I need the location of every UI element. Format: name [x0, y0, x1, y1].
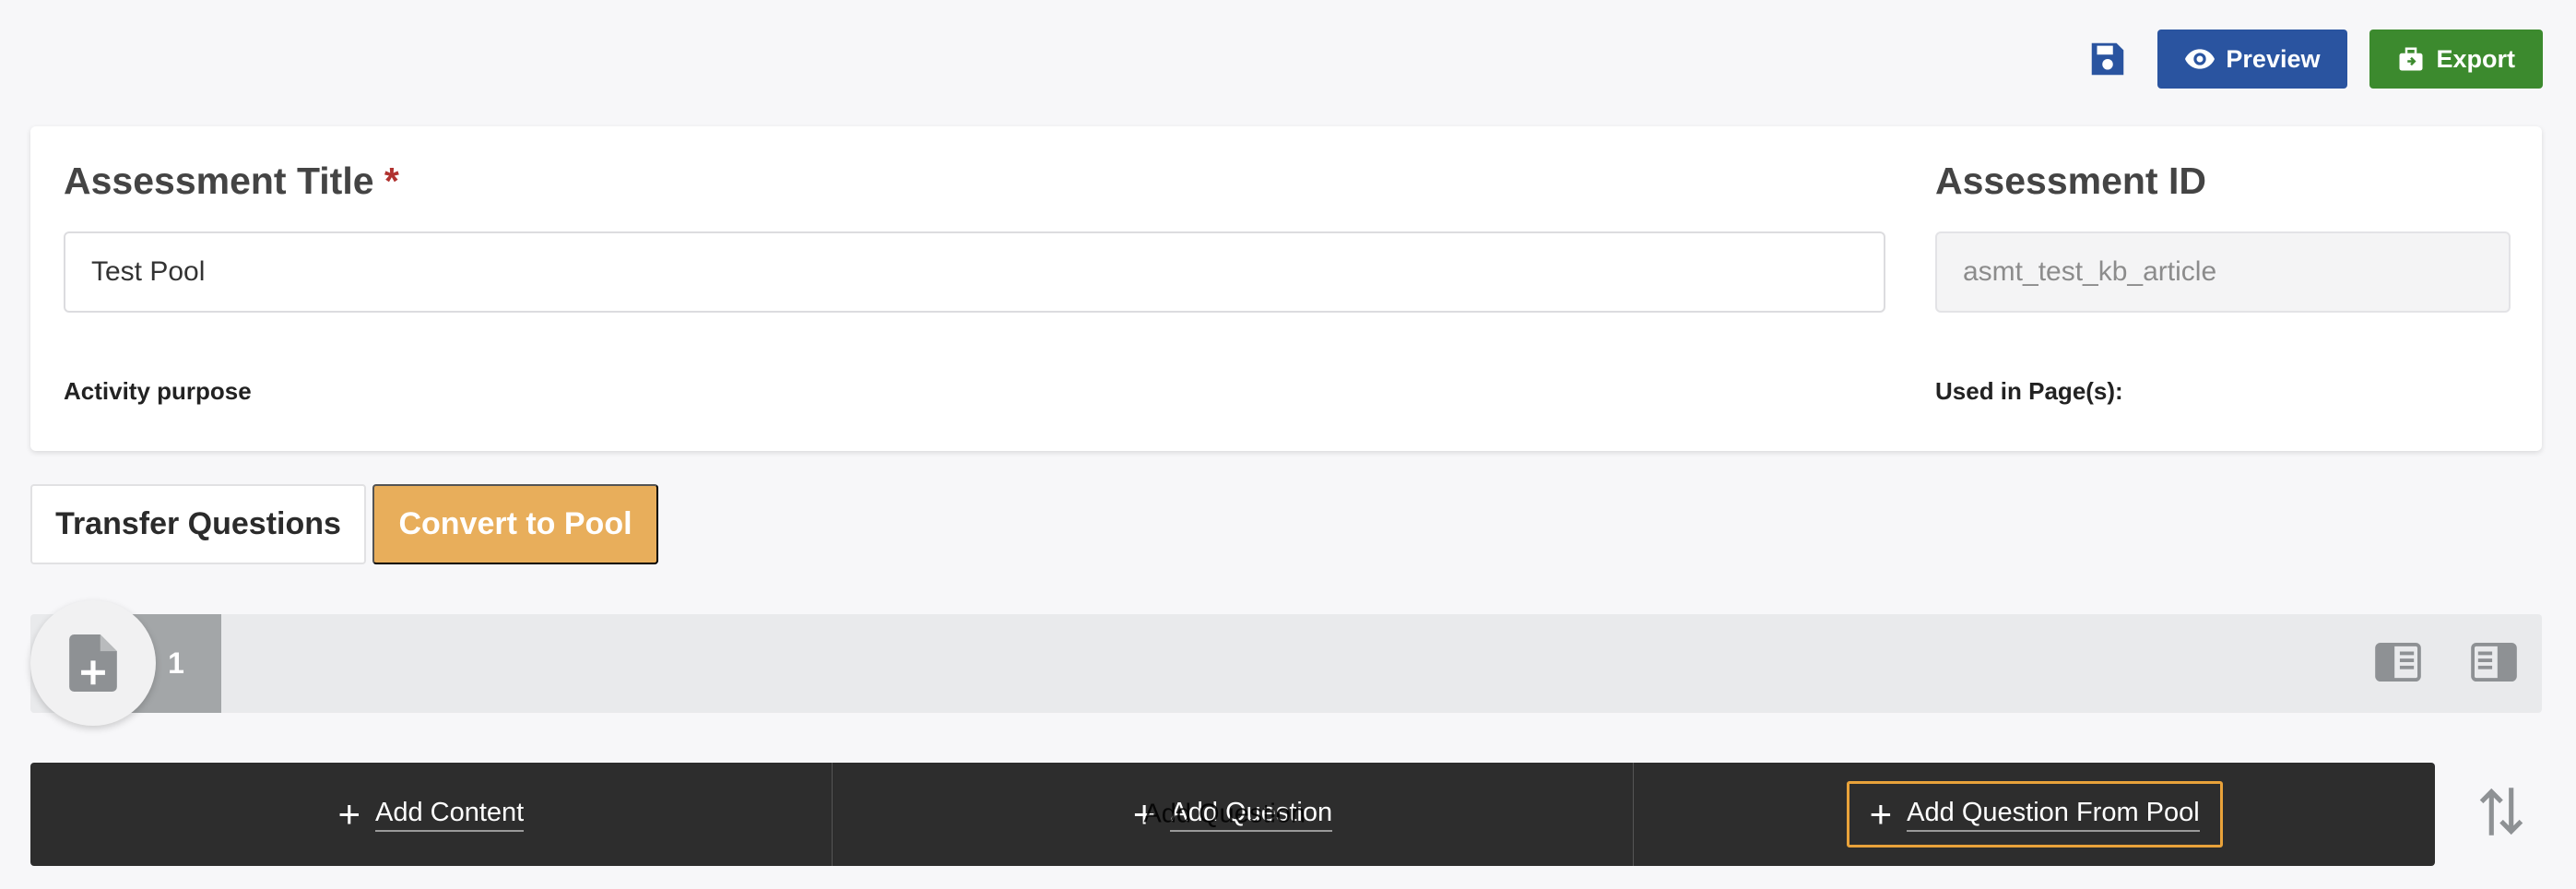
save-button[interactable]: [2080, 31, 2135, 87]
plus-icon: +: [1869, 792, 1893, 836]
add-from-pool-section: + Add Question From Pool: [1634, 763, 2435, 866]
add-content-section: + Add Content: [30, 763, 833, 866]
add-file-button[interactable]: [30, 600, 156, 726]
add-item-bar: + Add Content Add Question + Add Questio…: [30, 763, 2435, 866]
required-marker: *: [384, 160, 399, 202]
assessment-id-field: asmt_test_kb_article: [1935, 231, 2511, 313]
used-in-pages-label: Used in Page(s):: [1935, 377, 2123, 405]
add-content-button[interactable]: + Add Content: [314, 781, 547, 848]
file-plus-icon: [69, 634, 117, 692]
transfer-questions-button[interactable]: Transfer Questions: [30, 484, 366, 564]
assessment-id-label: Assessment ID: [1935, 160, 2206, 202]
layout-right-icon[interactable]: [2471, 643, 2517, 682]
preview-label: Preview: [2226, 44, 2321, 73]
assessment-card: Assessment Title * Test Pool Assessment …: [30, 126, 2542, 451]
eye-icon: [2185, 49, 2216, 69]
layout-left-icon[interactable]: [2375, 643, 2421, 682]
assessment-title-label: Assessment Title *: [64, 160, 399, 202]
sort-icon[interactable]: [2476, 784, 2526, 839]
export-icon: [2399, 47, 2423, 71]
question-row: [30, 614, 2542, 713]
assessment-title-input[interactable]: Test Pool: [64, 231, 1885, 313]
save-icon: [2092, 42, 2124, 76]
add-question-from-pool-button[interactable]: + Add Question From Pool: [1846, 781, 2223, 848]
convert-to-pool-button[interactable]: Convert to Pool: [372, 484, 658, 564]
activity-purpose-label: Activity purpose: [64, 377, 252, 405]
add-question-button[interactable]: + Add Question: [1110, 781, 1355, 848]
export-label: Export: [2436, 44, 2515, 73]
plus-icon: +: [1132, 792, 1156, 836]
plus-icon: +: [337, 792, 360, 836]
add-question-section: Add Question + Add Question: [833, 763, 1635, 866]
top-toolbar: Preview Export: [2080, 30, 2543, 89]
export-button[interactable]: Export: [2369, 30, 2543, 89]
preview-button[interactable]: Preview: [2157, 30, 2348, 89]
